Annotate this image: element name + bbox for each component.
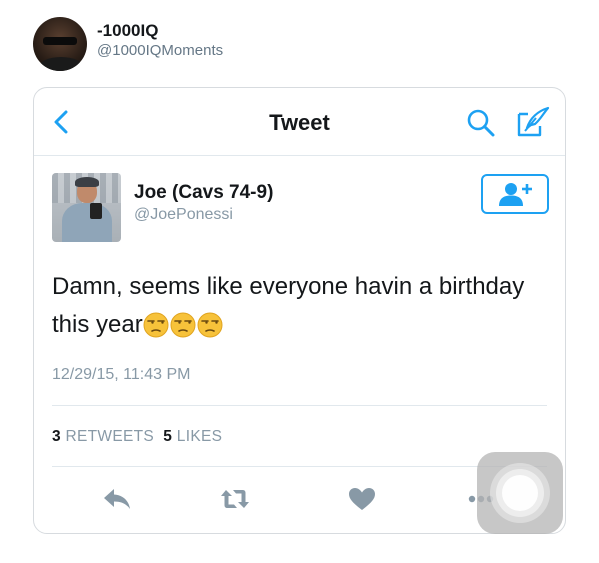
emoji-group xyxy=(143,312,224,350)
author-name[interactable]: Joe (Cavs 74-9) xyxy=(134,181,273,205)
search-icon[interactable] xyxy=(466,108,496,138)
unamused-face-icon xyxy=(197,312,223,338)
retweet-icon[interactable] xyxy=(220,486,250,512)
author-handle[interactable]: @JoePonessi xyxy=(134,205,273,225)
add-person-icon xyxy=(499,183,532,206)
follow-button[interactable] xyxy=(481,174,549,214)
tweet-body: Damn, seems like everyone havin a birthd… xyxy=(52,268,552,350)
tweet-stats: 3 RETWEETS 5 LIKES xyxy=(52,428,222,446)
tweet-text: Damn, seems like everyone havin a birthd… xyxy=(52,273,525,338)
compose-icon[interactable] xyxy=(516,106,550,138)
poster-handle[interactable]: @1000IQMoments xyxy=(97,41,223,61)
likes-count[interactable]: 5 xyxy=(163,428,172,445)
post-header: -1000IQ @1000IQMoments xyxy=(33,16,223,72)
poster-avatar[interactable] xyxy=(33,17,87,71)
retweets-count[interactable]: 3 xyxy=(52,428,61,445)
reply-icon[interactable] xyxy=(102,486,132,512)
divider xyxy=(52,405,547,406)
heart-icon[interactable] xyxy=(347,486,377,512)
navigation-bar: Tweet xyxy=(34,88,565,156)
unamused-face-icon xyxy=(143,312,169,338)
divider xyxy=(52,466,547,467)
retweets-label[interactable]: RETWEETS xyxy=(66,428,155,445)
author-avatar[interactable] xyxy=(52,173,121,242)
tweet-author: Joe (Cavs 74-9) @JoePonessi xyxy=(52,173,273,242)
poster-name[interactable]: -1000IQ xyxy=(97,21,223,41)
unamused-face-icon xyxy=(170,312,196,338)
tweet-timestamp: 12/29/15, 11:43 PM xyxy=(52,366,191,383)
assistive-touch-button[interactable] xyxy=(477,452,563,534)
likes-label[interactable]: LIKES xyxy=(177,428,222,445)
